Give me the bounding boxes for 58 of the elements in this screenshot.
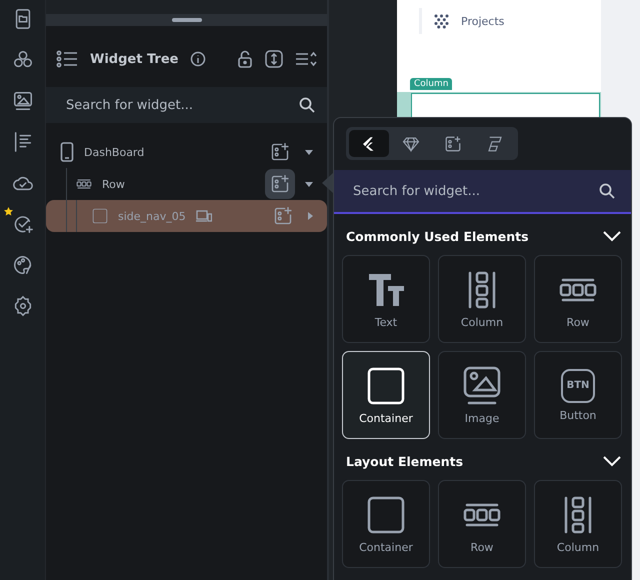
button-widget-icon: BTN — [561, 368, 595, 402]
tree-item-label: side_nav_05 — [118, 210, 186, 222]
widget-card[interactable]: Column — [438, 255, 526, 343]
widget-card[interactable]: Row — [534, 255, 622, 343]
selection-tag: Column — [410, 78, 452, 90]
phone-icon — [60, 142, 74, 162]
add-widget-icon — [270, 174, 290, 194]
chevron-down-icon — [603, 456, 621, 466]
widget-card[interactable]: Column — [534, 480, 622, 568]
sort-lines-icon[interactable] — [295, 51, 317, 67]
container-square-icon — [366, 494, 406, 534]
picker-tab[interactable] — [349, 130, 389, 157]
search-icon — [299, 97, 315, 113]
check-plus-icon[interactable] — [12, 213, 34, 235]
add-widget-button[interactable] — [265, 169, 295, 199]
widget-card[interactable]: Text — [342, 255, 430, 343]
widget-card[interactable]: Image — [438, 351, 526, 439]
add-widget-icon — [444, 134, 462, 152]
section-title: Layout Elements — [346, 454, 464, 468]
expand-vertical-icon[interactable] — [265, 50, 283, 68]
unlock-icon[interactable] — [237, 50, 253, 68]
add-widget-icon — [270, 142, 290, 162]
chevron-down-icon — [603, 230, 621, 242]
container-square-icon — [366, 366, 406, 406]
widget-card[interactable]: Container — [342, 351, 430, 439]
caret-down-icon[interactable] — [305, 150, 313, 154]
section-title: Commonly Used Elements — [346, 228, 529, 244]
tree-item[interactable]: Row — [46, 168, 327, 200]
search-icon — [599, 183, 615, 199]
tree-item[interactable]: DashBoard — [46, 136, 327, 168]
tree-item-label: Row — [102, 178, 125, 190]
widget-card[interactable]: Row — [438, 480, 526, 568]
add-widget-icon — [273, 206, 293, 226]
container-square-icon — [92, 208, 108, 224]
search-field[interactable]: Search for widget... — [353, 184, 599, 198]
image-icon[interactable] — [12, 90, 34, 112]
tree-item-label: DashBoard — [84, 146, 144, 158]
dots-grid-icon — [434, 14, 449, 28]
collapse-button[interactable] — [603, 230, 621, 242]
palette-brush-icon[interactable] — [12, 254, 34, 276]
resize-handle[interactable] — [46, 14, 327, 26]
search-field[interactable]: Search for widget... — [66, 98, 299, 112]
star-icon — [4, 207, 12, 216]
list-icon — [56, 50, 78, 68]
image-icon — [462, 366, 502, 406]
caret-right-icon[interactable] — [308, 212, 313, 220]
caret-down-icon[interactable] — [305, 182, 313, 186]
gem-icon — [402, 134, 420, 152]
search-bar[interactable]: Search for widget... — [46, 87, 327, 123]
widget-card[interactable]: Container — [342, 480, 430, 568]
info-icon[interactable] — [190, 51, 206, 67]
collapse-button[interactable] — [603, 456, 621, 466]
panel-title: Widget Tree — [90, 52, 178, 66]
row-layout-icon — [76, 178, 92, 190]
widget-card[interactable]: BTN Button — [534, 351, 622, 439]
nav-item-label: Projects — [461, 14, 504, 28]
search-bar[interactable]: Search for widget... — [334, 170, 631, 214]
stacked-shapes-icon — [486, 134, 504, 152]
